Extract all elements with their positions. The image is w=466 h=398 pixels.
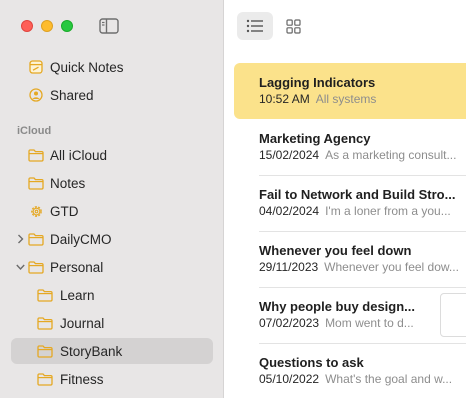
chevron-right-icon[interactable] xyxy=(16,234,25,244)
note-title: Fail to Network and Build Stro... xyxy=(259,187,456,202)
chevron-down-icon[interactable] xyxy=(16,262,25,272)
grid-view-icon xyxy=(285,18,301,34)
sidebar-item-label: Personal xyxy=(50,259,104,275)
minimize-window-button[interactable] xyxy=(41,20,53,32)
note-date: 15/02/2024 xyxy=(259,148,320,162)
note-meta: 29/11/2023 Whenever you feel dow... xyxy=(259,260,459,274)
note-item-questions-to-ask[interactable]: Questions to ask 05/10/2022 What's the go… xyxy=(234,343,466,398)
folder-icon xyxy=(28,147,44,163)
note-meta: 15/02/2024 As a marketing consult... xyxy=(259,148,456,162)
gallery-view-button[interactable] xyxy=(279,12,307,40)
note-preview: I'm a loner from a you... xyxy=(325,204,451,218)
note-date: 04/02/2024 xyxy=(259,204,320,218)
section-header-icloud: iCloud xyxy=(17,125,52,137)
shared-person-icon xyxy=(28,87,44,103)
sidebar-item-quick-notes[interactable]: Quick Notes xyxy=(11,54,213,80)
sidebar-item-all-icloud[interactable]: All iCloud xyxy=(11,142,213,168)
sidebar-item-label: Notes xyxy=(50,175,86,191)
note-title: Why people buy design... xyxy=(259,299,416,314)
note-preview: Whenever you feel dow... xyxy=(324,260,459,274)
sidebar-item-label: Journal xyxy=(60,315,105,331)
note-meta: 10:52 AM All systems xyxy=(259,92,376,106)
sidebar-item-gtd[interactable]: GTD xyxy=(11,198,213,224)
folder-icon xyxy=(28,175,44,191)
sidebar-item-label: Learn xyxy=(60,287,95,303)
note-preview: What's the goal and w... xyxy=(325,372,453,386)
list-view-button[interactable] xyxy=(237,12,273,40)
note-title: Questions to ask xyxy=(259,355,364,370)
sidebar-item-label: Quick Notes xyxy=(50,59,124,75)
sidebar-item-storybank[interactable]: StoryBank xyxy=(11,338,213,364)
sidebar-item-personal[interactable]: Personal xyxy=(11,254,213,280)
note-item-whenever-you-feel-down[interactable]: Whenever you feel down 29/11/2023 Wheneve… xyxy=(234,231,466,287)
sidebar-item-notes[interactable]: Notes xyxy=(11,170,213,196)
sidebar-toggle-icon[interactable] xyxy=(99,18,119,34)
sidebar-item-learn[interactable]: Learn xyxy=(11,282,213,308)
note-date: 29/11/2023 xyxy=(259,260,319,274)
note-preview: Mom went to d... xyxy=(325,316,414,330)
folder-icon xyxy=(37,287,53,303)
note-preview: All systems xyxy=(315,92,377,106)
note-thumbnail xyxy=(440,293,466,337)
note-item-lagging-indicators[interactable]: Lagging Indicators 10:52 AM All systems xyxy=(234,63,466,119)
sidebar-item-label: GTD xyxy=(50,203,79,219)
zoom-window-button[interactable] xyxy=(61,20,73,32)
sidebar-item-journal[interactable]: Journal xyxy=(11,310,213,336)
note-item-why-people-buy-design[interactable]: Why people buy design... 07/02/2023 Mom w… xyxy=(234,287,466,343)
folder-icon xyxy=(37,315,53,331)
note-title: Marketing Agency xyxy=(259,131,371,146)
sidebar-item-label: Fitness xyxy=(60,371,104,387)
close-window-button[interactable] xyxy=(21,20,33,32)
note-meta: 07/02/2023 Mom went to d... xyxy=(259,316,414,330)
note-item-fail-to-network[interactable]: Fail to Network and Build Stro... 04/02/… xyxy=(234,175,466,231)
note-preview: As a marketing consult... xyxy=(325,148,457,162)
note-date: 05/10/2022 xyxy=(259,372,320,386)
gear-icon xyxy=(28,203,44,219)
sidebar-item-shared[interactable]: Shared xyxy=(11,82,213,108)
sidebar: Quick Notes Shared iCloud All iCloud Not… xyxy=(0,0,224,398)
note-item-marketing-agency[interactable]: Marketing Agency 15/02/2024 As a marketin… xyxy=(234,119,466,175)
folder-icon xyxy=(37,371,53,387)
note-date: 10:52 AM xyxy=(259,92,310,106)
sidebar-item-fitness[interactable]: Fitness xyxy=(11,366,213,392)
note-date: 07/02/2023 xyxy=(259,316,320,330)
list-view-icon xyxy=(246,19,263,33)
note-title: Lagging Indicators xyxy=(259,75,376,90)
sidebar-item-label: StoryBank xyxy=(60,343,123,359)
sidebar-item-label: DailyCMO xyxy=(50,231,112,247)
note-meta: 05/10/2022 What's the goal and w... xyxy=(259,372,452,386)
sidebar-item-dailycmo[interactable]: DailyCMO xyxy=(11,226,213,252)
sidebar-item-label: Shared xyxy=(50,87,94,103)
folder-icon xyxy=(28,259,44,275)
note-meta: 04/02/2024 I'm a loner from a you... xyxy=(259,204,451,218)
folder-icon xyxy=(28,231,44,247)
sidebar-item-label: All iCloud xyxy=(50,147,108,163)
quick-notes-icon xyxy=(28,59,44,75)
note-title: Whenever you feel down xyxy=(259,243,412,258)
folder-icon xyxy=(37,343,53,359)
